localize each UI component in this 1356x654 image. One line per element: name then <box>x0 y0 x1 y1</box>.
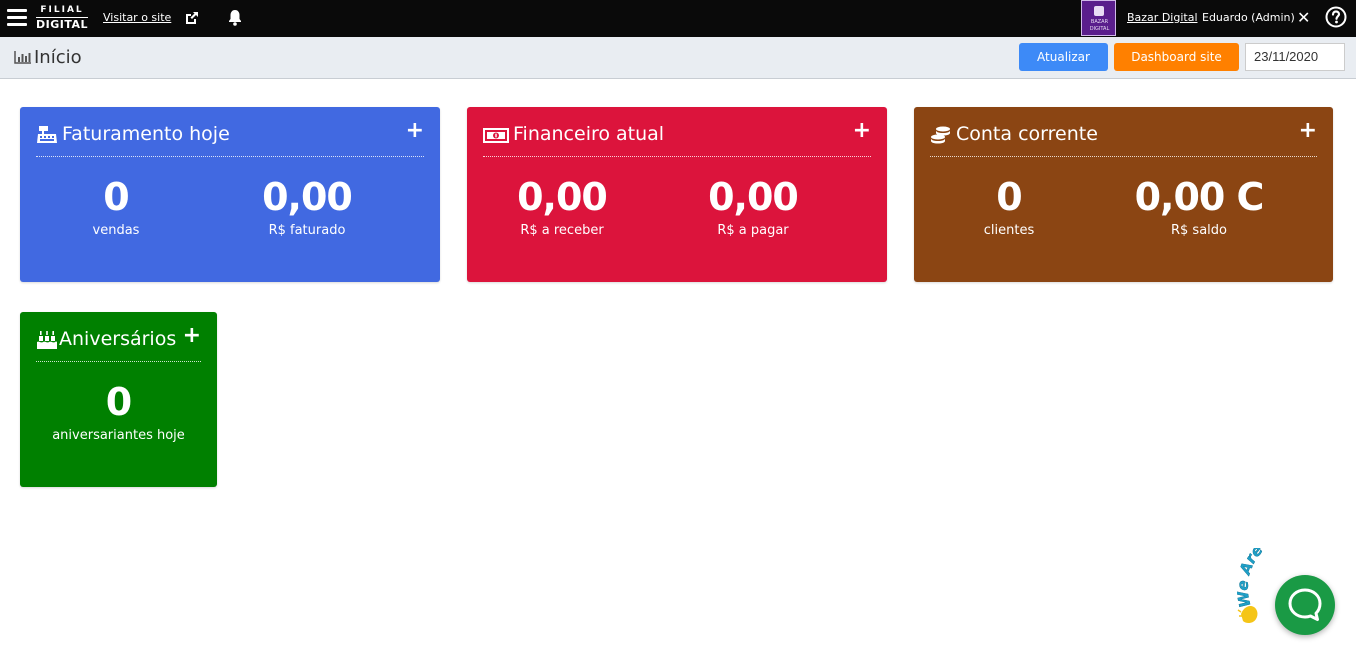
card-header: Financeiro atual + <box>483 118 871 157</box>
stat-value: 0,00 <box>708 175 799 219</box>
stat-label: clientes <box>983 223 1035 238</box>
page-title: Início <box>34 47 82 68</box>
stat-value: 0 <box>105 380 132 424</box>
card-title: Aniversários <box>59 328 177 350</box>
shop-name-link[interactable]: Bazar Digital <box>1127 11 1198 24</box>
stat-birthdays: 0 aniversariantes hoje <box>20 380 217 446</box>
add-button[interactable]: + <box>1299 117 1317 145</box>
stat-label: aniversariantes hoje <box>52 428 185 443</box>
bar-chart-icon <box>14 51 31 64</box>
money-bill-icon <box>483 128 509 143</box>
coins-icon <box>931 126 950 144</box>
date-field[interactable]: 23/11/2020 <box>1245 43 1345 71</box>
stat-receivable: 0,00 R$ a receber <box>497 175 627 241</box>
card-header: Conta corrente + <box>930 118 1317 157</box>
card-title: Financeiro atual <box>513 123 665 145</box>
shop-logo-line-1: BAZAR <box>1090 19 1109 25</box>
bell-icon[interactable] <box>227 9 243 26</box>
stat-value: 0,00 <box>517 175 608 219</box>
stat-clients: 0 clientes <box>959 175 1059 241</box>
stat-label: R$ a receber <box>520 223 604 238</box>
cash-register-icon <box>37 126 57 143</box>
stat-value: 0,00 C <box>1134 175 1265 219</box>
card-header: Faturamento hoje + <box>36 118 424 157</box>
visit-site-link[interactable]: Visitar o site <box>103 11 171 24</box>
page-header: Início Atualizar Dashboard site 23/11/20… <box>0 37 1356 79</box>
shopping-bag-icon <box>1094 6 1104 16</box>
card-title: Conta corrente <box>956 123 1098 145</box>
card-account: Conta corrente + 0 clientes 0,00 C R$ sa… <box>914 107 1333 282</box>
chat-button[interactable] <box>1275 575 1335 635</box>
card-birthdays: Aniversários + 0 aniversariantes hoje <box>20 312 217 487</box>
birthday-cake-icon <box>37 331 57 349</box>
brand-line-1: FILIAL <box>40 5 84 15</box>
stat-label: R$ saldo <box>1171 223 1227 238</box>
card-billing: Faturamento hoje + 0 vendas 0,00 R$ fatu… <box>20 107 440 282</box>
chat-bubble-icon <box>1288 588 1322 621</box>
close-icon[interactable]: ✕ <box>1297 10 1311 26</box>
stat-label: R$ a pagar <box>717 223 789 238</box>
brand-line-2: DIGITAL <box>36 18 89 31</box>
help-icon[interactable] <box>1325 6 1347 28</box>
stat-payable: 0,00 R$ a pagar <box>688 175 818 241</box>
waving-hand-icon <box>1237 605 1258 624</box>
brand-logo[interactable]: FILIAL DIGITAL <box>36 5 88 31</box>
add-button[interactable]: + <box>183 322 201 350</box>
shop-logo[interactable]: BAZAR DIGITAL <box>1081 0 1116 36</box>
stat-label: R$ faturado <box>268 223 346 238</box>
user-name: Eduardo (Admin) <box>1202 11 1295 24</box>
add-button[interactable]: + <box>406 117 424 145</box>
add-button[interactable]: + <box>853 117 871 145</box>
stat-label: vendas <box>92 223 140 238</box>
stat-billed: 0,00 R$ faturado <box>242 175 372 241</box>
top-navbar: FILIAL DIGITAL Visitar o site BAZAR DIGI… <box>0 0 1356 37</box>
stat-value: 0 <box>103 175 129 219</box>
dashboard-site-button[interactable]: Dashboard site <box>1114 43 1239 71</box>
stat-sales: 0 vendas <box>66 175 166 241</box>
refresh-button[interactable]: Atualizar <box>1019 43 1108 71</box>
external-link-icon[interactable] <box>184 10 200 26</box>
stat-value: 0,00 <box>262 175 353 219</box>
stat-value: 0 <box>996 175 1022 219</box>
card-header: Aniversários + <box>36 323 201 362</box>
stat-balance: 0,00 C R$ saldo <box>1134 175 1265 241</box>
shop-logo-line-2: DIGITAL <box>1089 26 1110 32</box>
card-title: Faturamento hoje <box>62 123 230 145</box>
card-finance: Financeiro atual + 0,00 R$ a receber 0,0… <box>467 107 887 282</box>
hamburger-icon[interactable] <box>7 9 27 27</box>
